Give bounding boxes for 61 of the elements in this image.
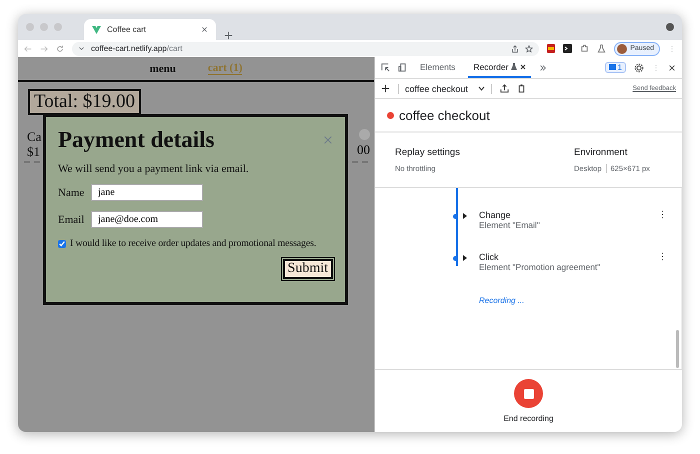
device-icon[interactable] [398,63,407,72]
flask-icon [511,63,518,70]
dialog-intro: We will send you a payment link via email. [58,163,250,175]
reload-icon[interactable] [56,44,64,52]
v-logo-icon [92,26,101,34]
close-icon[interactable] [201,26,208,33]
upload-icon[interactable] [500,84,509,93]
text-input[interactable]: jane@doe.com [91,211,203,228]
stop-icon [524,388,534,398]
terminal-icon[interactable] [563,44,572,53]
item-name: Ca [27,129,42,144]
star-icon[interactable] [525,44,534,52]
item-price: $1 [27,144,41,159]
end-recording-label: End recording [504,414,554,423]
scrollbar-thumb[interactable] [676,330,679,368]
item-amount: 00 [357,142,370,158]
step-dot [453,256,458,261]
recording-dot [387,112,394,118]
text-input[interactable]: jane [91,184,203,201]
total-label: Total: $19.00 [28,89,142,115]
field-label: Name [58,186,86,198]
consent-label: I would like to receive order updates and promotional messages. [70,238,316,249]
close-icon[interactable] [520,64,526,70]
recording-select[interactable]: coffee checkout [398,84,492,94]
chevron-down-icon[interactable] [78,45,85,52]
expand-caret-icon[interactable] [463,255,467,261]
expand-caret-icon[interactable] [463,213,467,219]
step-detail: Element "Promotion agreement" [479,262,602,272]
submit-button[interactable]: Submit [282,259,333,279]
step-dot [453,214,458,219]
close-icon[interactable] [668,64,676,72]
end-recording-button[interactable] [514,379,543,408]
plus-icon[interactable] [381,84,390,93]
url-text: coffee-cart.netlify.app/cart [91,44,184,53]
trash-icon[interactable] [516,84,526,93]
avatar-icon [617,44,628,54]
share-icon[interactable] [511,44,520,52]
dialog-title: Payment details [58,127,215,153]
recording-title: coffee checkout [399,108,490,122]
field-label: Email [58,214,86,226]
step-title: Click [479,252,500,262]
flask-icon[interactable] [597,44,606,53]
step-detail: Element "Email" [479,220,541,230]
step-title: Change [479,210,512,220]
nav-link[interactable]: menu [150,62,176,74]
issues-badge[interactable]: 1 [604,62,626,73]
recording-status: Recording ... [479,296,526,305]
circle-icon[interactable] [666,23,674,31]
browser-tab[interactable]: Coffee cart [84,19,216,40]
inspect-icon[interactable] [381,63,390,72]
devtools-tab[interactable]: Recorder [468,57,532,78]
consent-checkbox[interactable] [58,240,66,248]
address-bar[interactable]: coffee-cart.netlify.app/cart [72,42,540,56]
puzzle-icon[interactable] [580,44,590,53]
chevron-down-icon [478,86,485,91]
settings-heading: Environment [574,147,628,158]
chevrons-right-icon[interactable] [539,64,548,72]
settings-heading: Replay settings [395,147,461,158]
devtools-tab[interactable]: Elements [415,57,460,78]
settings-icon[interactable] [634,62,644,72]
extension-icon[interactable] [547,44,556,53]
